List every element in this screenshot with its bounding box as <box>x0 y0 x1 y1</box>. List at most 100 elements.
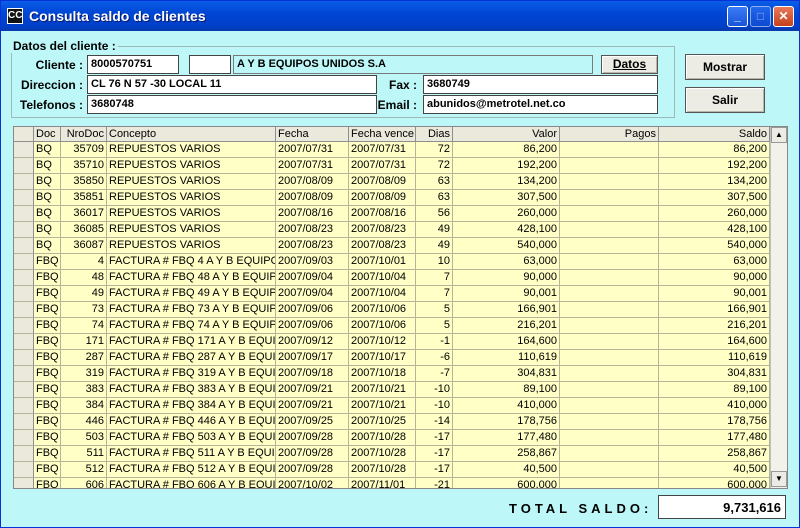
table-cell[interactable]: BQ <box>34 174 61 190</box>
table-row[interactable]: FBQ 49 FACTURA # FBQ 49 A Y B EQUIPOS 2007/… <box>14 286 770 302</box>
table-cell[interactable]: 2007/09/28 <box>276 462 349 478</box>
row-selector[interactable] <box>14 206 34 222</box>
table-cell[interactable]: -14 <box>416 414 453 430</box>
datos-button[interactable]: Datos <box>601 55 658 74</box>
table-cell[interactable]: 4 <box>61 254 107 270</box>
table-cell[interactable]: FBQ <box>34 286 61 302</box>
table-cell[interactable] <box>560 206 659 222</box>
table-cell[interactable] <box>560 398 659 414</box>
table-cell[interactable]: 63,000 <box>453 254 560 270</box>
table-cell[interactable]: 258,867 <box>453 446 560 462</box>
table-cell[interactable]: 2007/09/21 <box>276 382 349 398</box>
cliente-code-field[interactable]: 8000570751 <box>87 55 179 74</box>
table-cell[interactable]: 600,000 <box>659 478 770 488</box>
table-cell[interactable]: 2007/10/01 <box>349 254 416 270</box>
table-cell[interactable]: 5 <box>416 302 453 318</box>
table-cell[interactable]: 72 <box>416 142 453 158</box>
table-cell[interactable]: 63 <box>416 190 453 206</box>
table-cell[interactable]: FACTURA # FBQ 511 A Y B EQUIPOS <box>107 446 276 462</box>
table-cell[interactable] <box>560 302 659 318</box>
table-cell[interactable] <box>560 446 659 462</box>
col-fecha-vence-header[interactable]: Fecha vence <box>349 127 416 142</box>
table-cell[interactable]: FBQ <box>34 350 61 366</box>
table-cell[interactable]: 90,001 <box>453 286 560 302</box>
table-cell[interactable]: 216,201 <box>453 318 560 334</box>
table-cell[interactable]: 2007/10/21 <box>349 398 416 414</box>
row-selector-header[interactable] <box>14 127 34 142</box>
table-cell[interactable]: 86,200 <box>453 142 560 158</box>
table-cell[interactable] <box>560 382 659 398</box>
table-cell[interactable]: REPUESTOS VARIOS <box>107 158 276 174</box>
table-cell[interactable]: 428,100 <box>659 222 770 238</box>
table-cell[interactable]: 216,201 <box>659 318 770 334</box>
table-row[interactable]: FBQ 48 FACTURA # FBQ 48 A Y B EQUIPOS 2007/… <box>14 270 770 286</box>
table-cell[interactable]: FBQ <box>34 382 61 398</box>
table-row[interactable]: FBQ319FACTURA # FBQ 319 A Y B EQUIPOS200… <box>14 366 770 382</box>
table-cell[interactable]: 35851 <box>61 190 107 206</box>
table-cell[interactable]: 2007/10/04 <box>349 270 416 286</box>
table-cell[interactable]: 192,200 <box>659 158 770 174</box>
table-cell[interactable]: 35850 <box>61 174 107 190</box>
telefonos-field[interactable]: 3680748 <box>87 95 377 114</box>
table-cell[interactable] <box>560 190 659 206</box>
table-cell[interactable]: -17 <box>416 430 453 446</box>
table-cell[interactable]: FBQ <box>34 302 61 318</box>
table-cell[interactable]: -6 <box>416 350 453 366</box>
table-cell[interactable] <box>560 238 659 254</box>
table-cell[interactable]: 134,200 <box>453 174 560 190</box>
table-cell[interactable]: -7 <box>416 366 453 382</box>
row-selector[interactable] <box>14 142 34 158</box>
table-cell[interactable]: 511 <box>61 446 107 462</box>
table-cell[interactable]: 2007/08/16 <box>349 206 416 222</box>
table-cell[interactable]: -17 <box>416 446 453 462</box>
table-row[interactable]: BQ 35851 REPUESTOS VARIOS 2007/08/09 2007/08… <box>14 190 770 206</box>
table-cell[interactable]: FACTURA # FBQ 319 A Y B EQUIPOS <box>107 366 276 382</box>
saldo-grid[interactable]: Doc NroDoc Concepto Fecha Fecha vence Dias Val… <box>13 126 788 489</box>
table-cell[interactable] <box>560 366 659 382</box>
table-cell[interactable]: 7 <box>416 286 453 302</box>
table-cell[interactable]: 2007/09/12 <box>276 334 349 350</box>
table-cell[interactable]: 166,901 <box>659 302 770 318</box>
row-selector[interactable] <box>14 238 34 254</box>
table-cell[interactable]: 304,831 <box>659 366 770 382</box>
table-cell[interactable]: 2007/08/09 <box>349 190 416 206</box>
table-cell[interactable]: 110,619 <box>453 350 560 366</box>
table-cell[interactable]: 2007/09/28 <box>276 446 349 462</box>
col-concepto-header[interactable]: Concepto <box>107 127 276 142</box>
table-row[interactable]: FBQ446FACTURA # FBQ 446 A Y B EQUIPOS200… <box>14 414 770 430</box>
table-cell[interactable]: BQ <box>34 238 61 254</box>
table-cell[interactable]: 2007/08/09 <box>276 174 349 190</box>
table-cell[interactable]: REPUESTOS VARIOS <box>107 206 276 222</box>
table-cell[interactable]: 2007/08/09 <box>276 190 349 206</box>
table-cell[interactable]: 2007/08/23 <box>349 222 416 238</box>
table-cell[interactable]: 166,901 <box>453 302 560 318</box>
row-selector[interactable] <box>14 190 34 206</box>
mostrar-button[interactable]: Mostrar <box>685 54 765 80</box>
table-cell[interactable]: REPUESTOS VARIOS <box>107 174 276 190</box>
table-cell[interactable]: 110,619 <box>659 350 770 366</box>
table-cell[interactable]: 90,000 <box>659 270 770 286</box>
table-row[interactable]: FBQ287FACTURA # FBQ 287 A Y B EQUIPOS200… <box>14 350 770 366</box>
table-cell[interactable]: REPUESTOS VARIOS <box>107 222 276 238</box>
table-cell[interactable]: BQ <box>34 158 61 174</box>
col-valor-header[interactable]: Valor <box>453 127 560 142</box>
table-cell[interactable]: FACTURA # FBQ 74 A Y B EQUIPOS <box>107 318 276 334</box>
table-cell[interactable]: FACTURA # FBQ 287 A Y B EQUIPOS <box>107 350 276 366</box>
table-cell[interactable]: 35710 <box>61 158 107 174</box>
table-cell[interactable]: 2007/10/28 <box>349 462 416 478</box>
table-cell[interactable] <box>560 142 659 158</box>
row-selector[interactable] <box>14 414 34 430</box>
table-cell[interactable]: 72 <box>416 158 453 174</box>
table-cell[interactable]: 35709 <box>61 142 107 158</box>
table-cell[interactable]: 2007/10/06 <box>349 302 416 318</box>
table-cell[interactable]: FACTURA # FBQ 384 A Y B EQUIPOS <box>107 398 276 414</box>
table-cell[interactable]: REPUESTOS VARIOS <box>107 142 276 158</box>
table-cell[interactable]: BQ <box>34 222 61 238</box>
table-cell[interactable]: 2007/08/09 <box>349 174 416 190</box>
table-cell[interactable]: 49 <box>61 286 107 302</box>
table-cell[interactable]: 49 <box>416 222 453 238</box>
table-row[interactable]: FBQ 74 FACTURA # FBQ 74 A Y B EQUIPOS 2007/… <box>14 318 770 334</box>
table-cell[interactable]: 307,500 <box>659 190 770 206</box>
table-cell[interactable]: 2007/08/16 <box>276 206 349 222</box>
close-icon[interactable]: ✕ <box>773 6 794 27</box>
